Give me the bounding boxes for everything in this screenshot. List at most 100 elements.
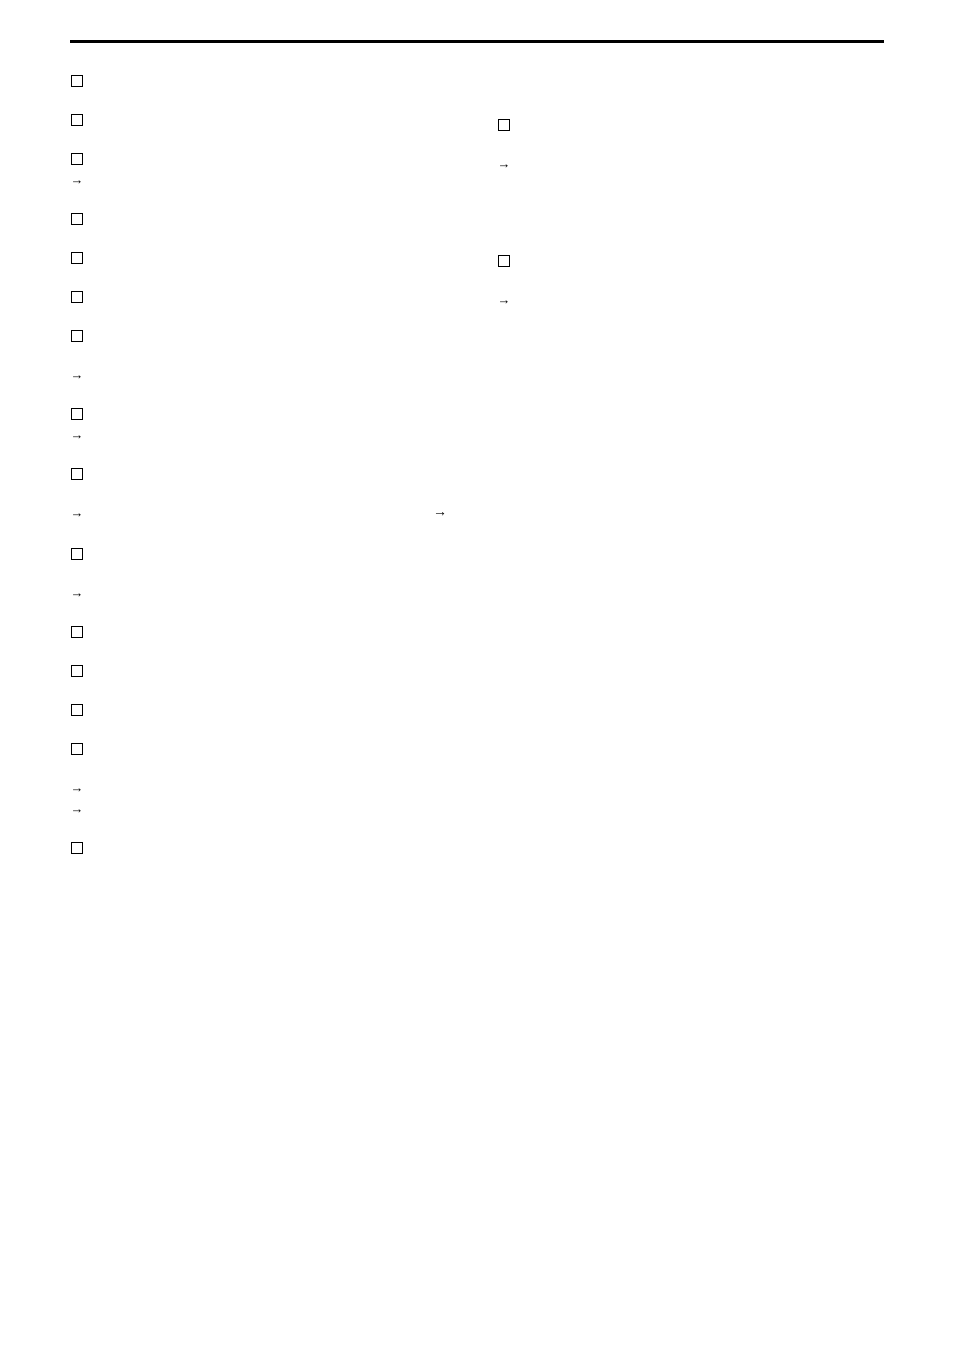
list-item-text <box>94 112 457 126</box>
right-column <box>497 73 884 307</box>
checkbox-icon <box>70 742 84 756</box>
list-item-text <box>94 211 457 225</box>
header-rule <box>70 40 884 43</box>
list-item-row <box>70 328 457 343</box>
checkbox-icon <box>70 467 84 481</box>
checkbox-icon <box>70 547 84 561</box>
list-item-text <box>94 427 457 441</box>
list-item <box>70 328 457 343</box>
checkbox-icon <box>497 118 511 132</box>
list-item-text <box>94 367 457 381</box>
list-item-row <box>70 172 457 187</box>
list-item-text <box>94 289 457 303</box>
list-item-row <box>70 780 457 795</box>
list-item-text <box>521 292 884 306</box>
list-item-text <box>94 702 457 716</box>
checkbox-icon <box>497 254 511 268</box>
list-item-text <box>94 780 457 794</box>
list-item-row <box>70 663 457 678</box>
list-item <box>70 250 457 265</box>
list-item <box>70 585 457 600</box>
list-item <box>70 546 457 561</box>
checkbox-icon <box>70 212 84 226</box>
arrow-right-icon <box>70 506 84 520</box>
list-item-text <box>94 73 457 87</box>
arrow-right-icon <box>70 781 84 795</box>
list-item-row <box>70 112 457 127</box>
page: → <box>0 0 954 1351</box>
list-item-row <box>70 702 457 717</box>
left-column: → <box>70 73 457 855</box>
arrow-right-icon <box>70 586 84 600</box>
list-item-text <box>94 505 299 519</box>
list-item-row <box>70 801 457 816</box>
list-item-row <box>70 741 457 756</box>
list-item-row <box>70 289 457 304</box>
list-item-row <box>70 250 457 265</box>
list-item <box>70 780 457 816</box>
checkbox-icon <box>70 841 84 855</box>
arrow-right-icon <box>497 157 511 171</box>
list-item-row <box>70 466 457 481</box>
list-item <box>70 73 457 88</box>
list-item-text <box>521 156 884 170</box>
list-item-text <box>94 840 457 854</box>
list-item-row <box>70 367 457 382</box>
arrow-right-icon <box>497 293 511 307</box>
list-item-row <box>70 73 457 88</box>
list-item-row <box>497 292 884 307</box>
arrow-right-icon <box>70 802 84 816</box>
list-item <box>70 702 457 717</box>
list-item-text <box>94 801 457 815</box>
arrow-right-icon <box>70 428 84 442</box>
list-item-row <box>497 117 884 132</box>
list-item-text <box>94 328 457 342</box>
list-item <box>497 156 884 171</box>
list-item-row <box>70 624 457 639</box>
list-item-text <box>94 624 457 638</box>
list-item-text <box>94 546 457 560</box>
list-item <box>70 840 457 855</box>
checkbox-icon <box>70 664 84 678</box>
list-item <box>70 112 457 127</box>
list-item-row <box>70 840 457 855</box>
list-item-row <box>70 427 457 442</box>
list-item-text <box>94 466 457 480</box>
checkbox-icon <box>70 152 84 166</box>
list-item-row <box>497 156 884 171</box>
list-item-text <box>94 250 457 264</box>
list-item <box>497 117 884 132</box>
list-item <box>70 624 457 639</box>
arrow-right-icon <box>70 173 84 187</box>
list-item-row <box>70 151 457 166</box>
checkbox-icon <box>70 251 84 265</box>
list-item <box>70 367 457 382</box>
list-item-row <box>70 211 457 226</box>
arrow-right-icon: → <box>433 505 447 522</box>
checkbox-icon <box>70 703 84 717</box>
list-item-text <box>521 253 884 267</box>
list-item-text <box>94 172 457 186</box>
checkbox-icon <box>70 625 84 639</box>
list-item-row <box>70 406 457 421</box>
list-item-row: → <box>70 505 457 522</box>
list-item-row <box>70 585 457 600</box>
list-item <box>70 663 457 678</box>
list-item <box>497 253 884 268</box>
list-item <box>70 289 457 304</box>
list-item <box>70 211 457 226</box>
list-item-text <box>94 741 457 755</box>
list-item-text <box>94 151 457 165</box>
list-item-text <box>94 585 457 599</box>
list-item <box>70 151 457 187</box>
checkbox-icon <box>70 407 84 421</box>
checkbox-icon <box>70 329 84 343</box>
list-item <box>497 292 884 307</box>
checkbox-icon <box>70 290 84 304</box>
checkbox-icon <box>70 113 84 127</box>
list-item-row <box>70 546 457 561</box>
list-item-row <box>497 253 884 268</box>
columns: → <box>70 73 884 855</box>
list-item <box>70 466 457 481</box>
list-item-text <box>94 406 457 420</box>
